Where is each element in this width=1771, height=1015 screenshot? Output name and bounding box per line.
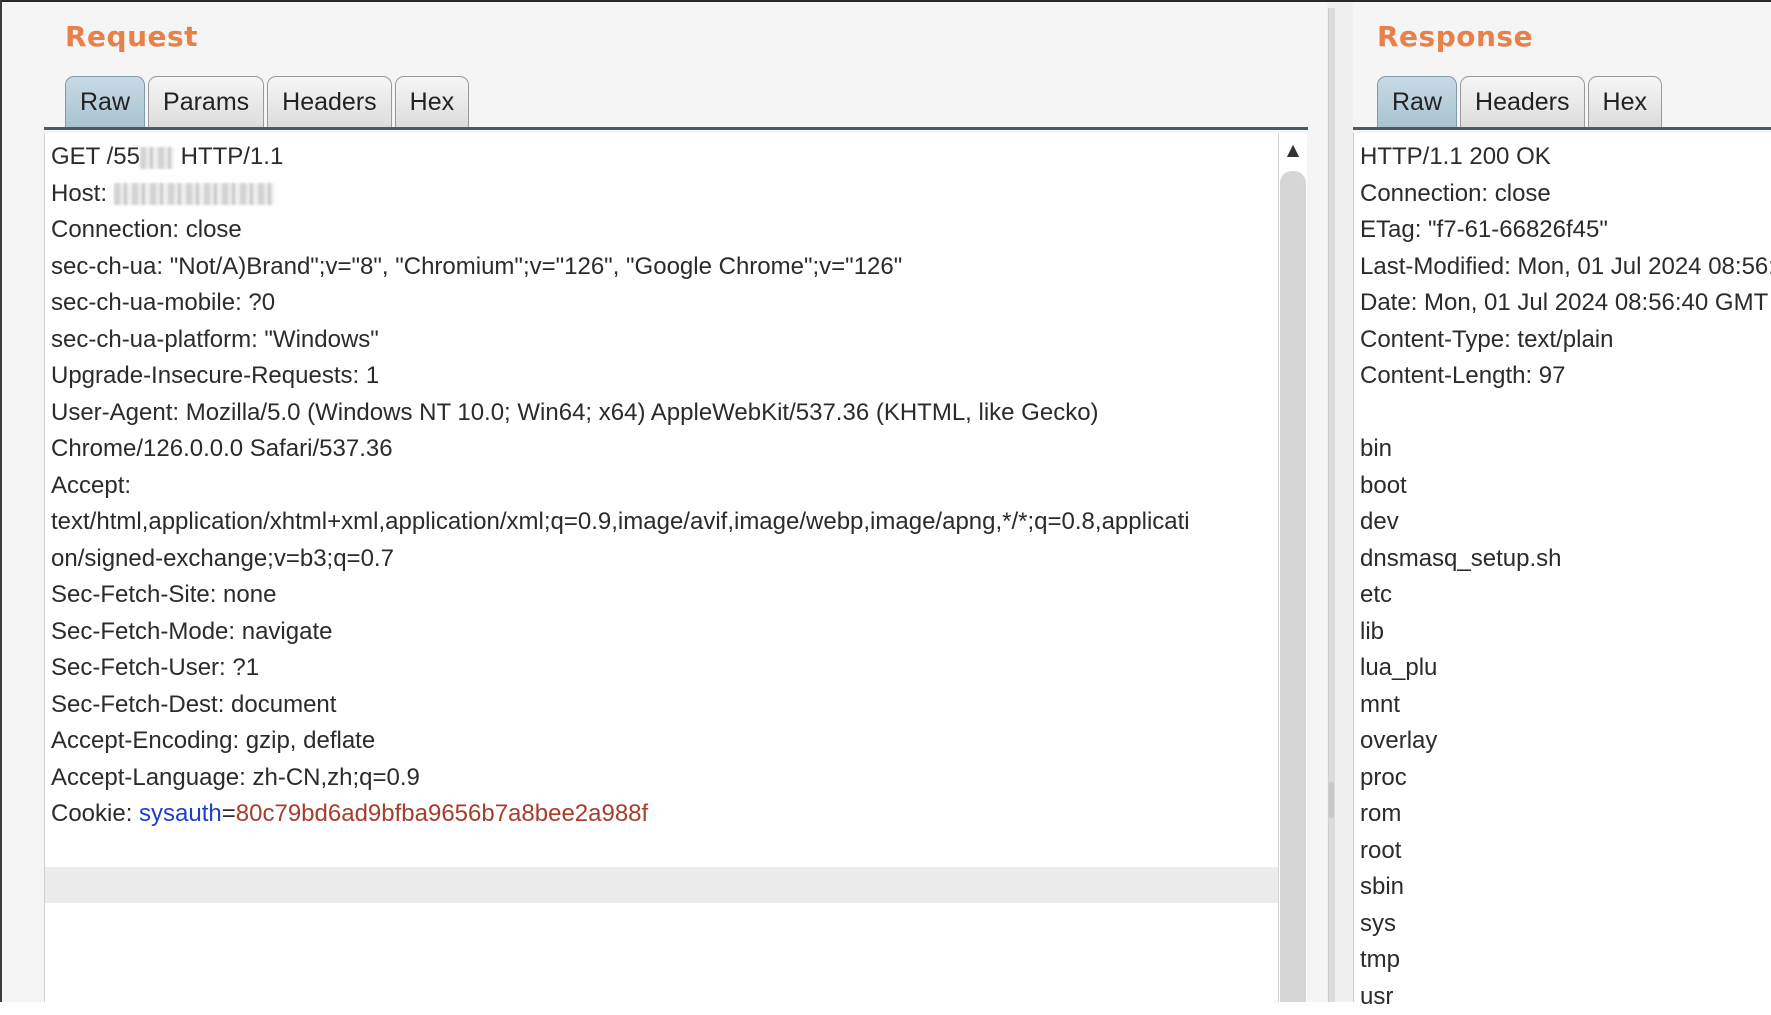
- response-raw-editor[interactable]: HTTP/1.1 200 OK Connection: close ETag: …: [1353, 133, 1771, 1002]
- response-line: lua_plu: [1360, 650, 1771, 687]
- response-line: usr: [1360, 979, 1771, 1015]
- request-line: Upgrade-Insecure-Requests: 1: [51, 358, 1279, 395]
- response-line: Content-Type: text/plain: [1360, 322, 1771, 359]
- request-line-text: HTTP/1.1: [174, 143, 283, 170]
- response-line: root: [1360, 833, 1771, 870]
- request-line-text: Host:: [51, 180, 114, 207]
- cookie-prefix: Cookie:: [51, 800, 139, 827]
- response-line: lib: [1360, 614, 1771, 651]
- response-tabs: Raw Headers Hex: [1377, 76, 1662, 128]
- cookie-name: sysauth: [139, 800, 222, 827]
- redacted-path: [140, 147, 174, 169]
- response-line: Date: Mon, 01 Jul 2024 08:56:40 GMT: [1360, 285, 1771, 322]
- response-line: dev: [1360, 504, 1771, 541]
- request-title: Request: [65, 20, 198, 53]
- response-line: Last-Modified: Mon, 01 Jul 2024 08:56:40…: [1360, 249, 1771, 286]
- response-line: Connection: close: [1360, 176, 1771, 213]
- redacted-host: [114, 183, 274, 205]
- response-line: dnsmasq_setup.sh: [1360, 541, 1771, 578]
- response-line: rom: [1360, 796, 1771, 833]
- response-line: HTTP/1.1 200 OK: [1360, 139, 1771, 176]
- request-line: on/signed-exchange;v=b3;q=0.7: [51, 541, 1279, 578]
- request-line: User-Agent: Mozilla/5.0 (Windows NT 10.0…: [51, 395, 1279, 432]
- request-line: Connection: close: [51, 212, 1279, 249]
- request-pane: Request Raw Params Headers Hex GET /55 H…: [2, 2, 1327, 1002]
- response-line: ETag: "f7-61-66826f45": [1360, 212, 1771, 249]
- response-line: bin: [1360, 431, 1771, 468]
- request-line: Sec-Fetch-Mode: navigate: [51, 614, 1279, 651]
- response-tab-underline: [1353, 127, 1771, 130]
- request-line-text: GET /55: [51, 143, 140, 170]
- response-line: tmp: [1360, 942, 1771, 979]
- request-line: Accept-Language: zh-CN,zh;q=0.9: [51, 760, 1279, 797]
- request-line: Host:: [51, 176, 1279, 213]
- request-lines: GET /55 HTTP/1.1 Host: Connection: close…: [51, 139, 1279, 833]
- cookie-equals: =: [222, 800, 236, 827]
- response-line: [1360, 395, 1771, 432]
- request-line: GET /55 HTTP/1.1: [51, 139, 1279, 176]
- response-tab-hex[interactable]: Hex: [1588, 76, 1662, 128]
- request-line: sec-ch-ua-platform: "Windows": [51, 322, 1279, 359]
- request-line: Accept:: [51, 468, 1279, 505]
- response-pane: Response Raw Headers Hex HTTP/1.1 200 OK…: [1353, 2, 1771, 1002]
- response-line: boot: [1360, 468, 1771, 505]
- request-line: Accept-Encoding: gzip, deflate: [51, 723, 1279, 760]
- response-line: mnt: [1360, 687, 1771, 724]
- response-line: etc: [1360, 577, 1771, 614]
- cookie-value: 80c79bd6ad9bfba9656b7a8bee2a988f: [236, 800, 648, 827]
- request-line: text/html,application/xhtml+xml,applicat…: [51, 504, 1279, 541]
- response-line: proc: [1360, 760, 1771, 797]
- response-title: Response: [1377, 20, 1533, 53]
- request-line: Chrome/126.0.0.0 Safari/537.36: [51, 431, 1279, 468]
- request-tab-raw[interactable]: Raw: [65, 76, 145, 128]
- request-line: Sec-Fetch-Dest: document: [51, 687, 1279, 724]
- response-lines: HTTP/1.1 200 OK Connection: close ETag: …: [1360, 139, 1771, 1015]
- scroll-thumb[interactable]: [1280, 171, 1306, 1002]
- request-tabs: Raw Params Headers Hex: [65, 76, 469, 128]
- response-line: overlay: [1360, 723, 1771, 760]
- request-tab-hex[interactable]: Hex: [395, 76, 469, 128]
- response-tab-headers[interactable]: Headers: [1460, 76, 1585, 128]
- splitter-bar[interactable]: [1328, 8, 1335, 1002]
- scroll-up-arrow-icon[interactable]: ▲: [1279, 135, 1307, 163]
- response-line: sys: [1360, 906, 1771, 943]
- request-raw-editor[interactable]: GET /55 HTTP/1.1 Host: Connection: close…: [44, 133, 1279, 1002]
- splitter-grip-handle[interactable]: [1329, 782, 1334, 818]
- request-cookie-line: Cookie: sysauth=80c79bd6ad9bfba9656b7a8b…: [51, 796, 1279, 833]
- request-line: Sec-Fetch-User: ?1: [51, 650, 1279, 687]
- response-line: Content-Length: 97: [1360, 358, 1771, 395]
- request-tab-params[interactable]: Params: [148, 76, 264, 128]
- request-tab-headers[interactable]: Headers: [267, 76, 392, 128]
- response-line: sbin: [1360, 869, 1771, 906]
- request-line: sec-ch-ua-mobile: ?0: [51, 285, 1279, 322]
- request-scrollbar[interactable]: ▲: [1278, 133, 1307, 1002]
- request-line: Sec-Fetch-Site: none: [51, 577, 1279, 614]
- response-tab-raw[interactable]: Raw: [1377, 76, 1457, 128]
- request-line: sec-ch-ua: "Not/A)Brand";v="8", "Chromiu…: [51, 249, 1279, 286]
- request-tab-underline: [44, 127, 1308, 130]
- request-current-line-highlight: [45, 867, 1279, 903]
